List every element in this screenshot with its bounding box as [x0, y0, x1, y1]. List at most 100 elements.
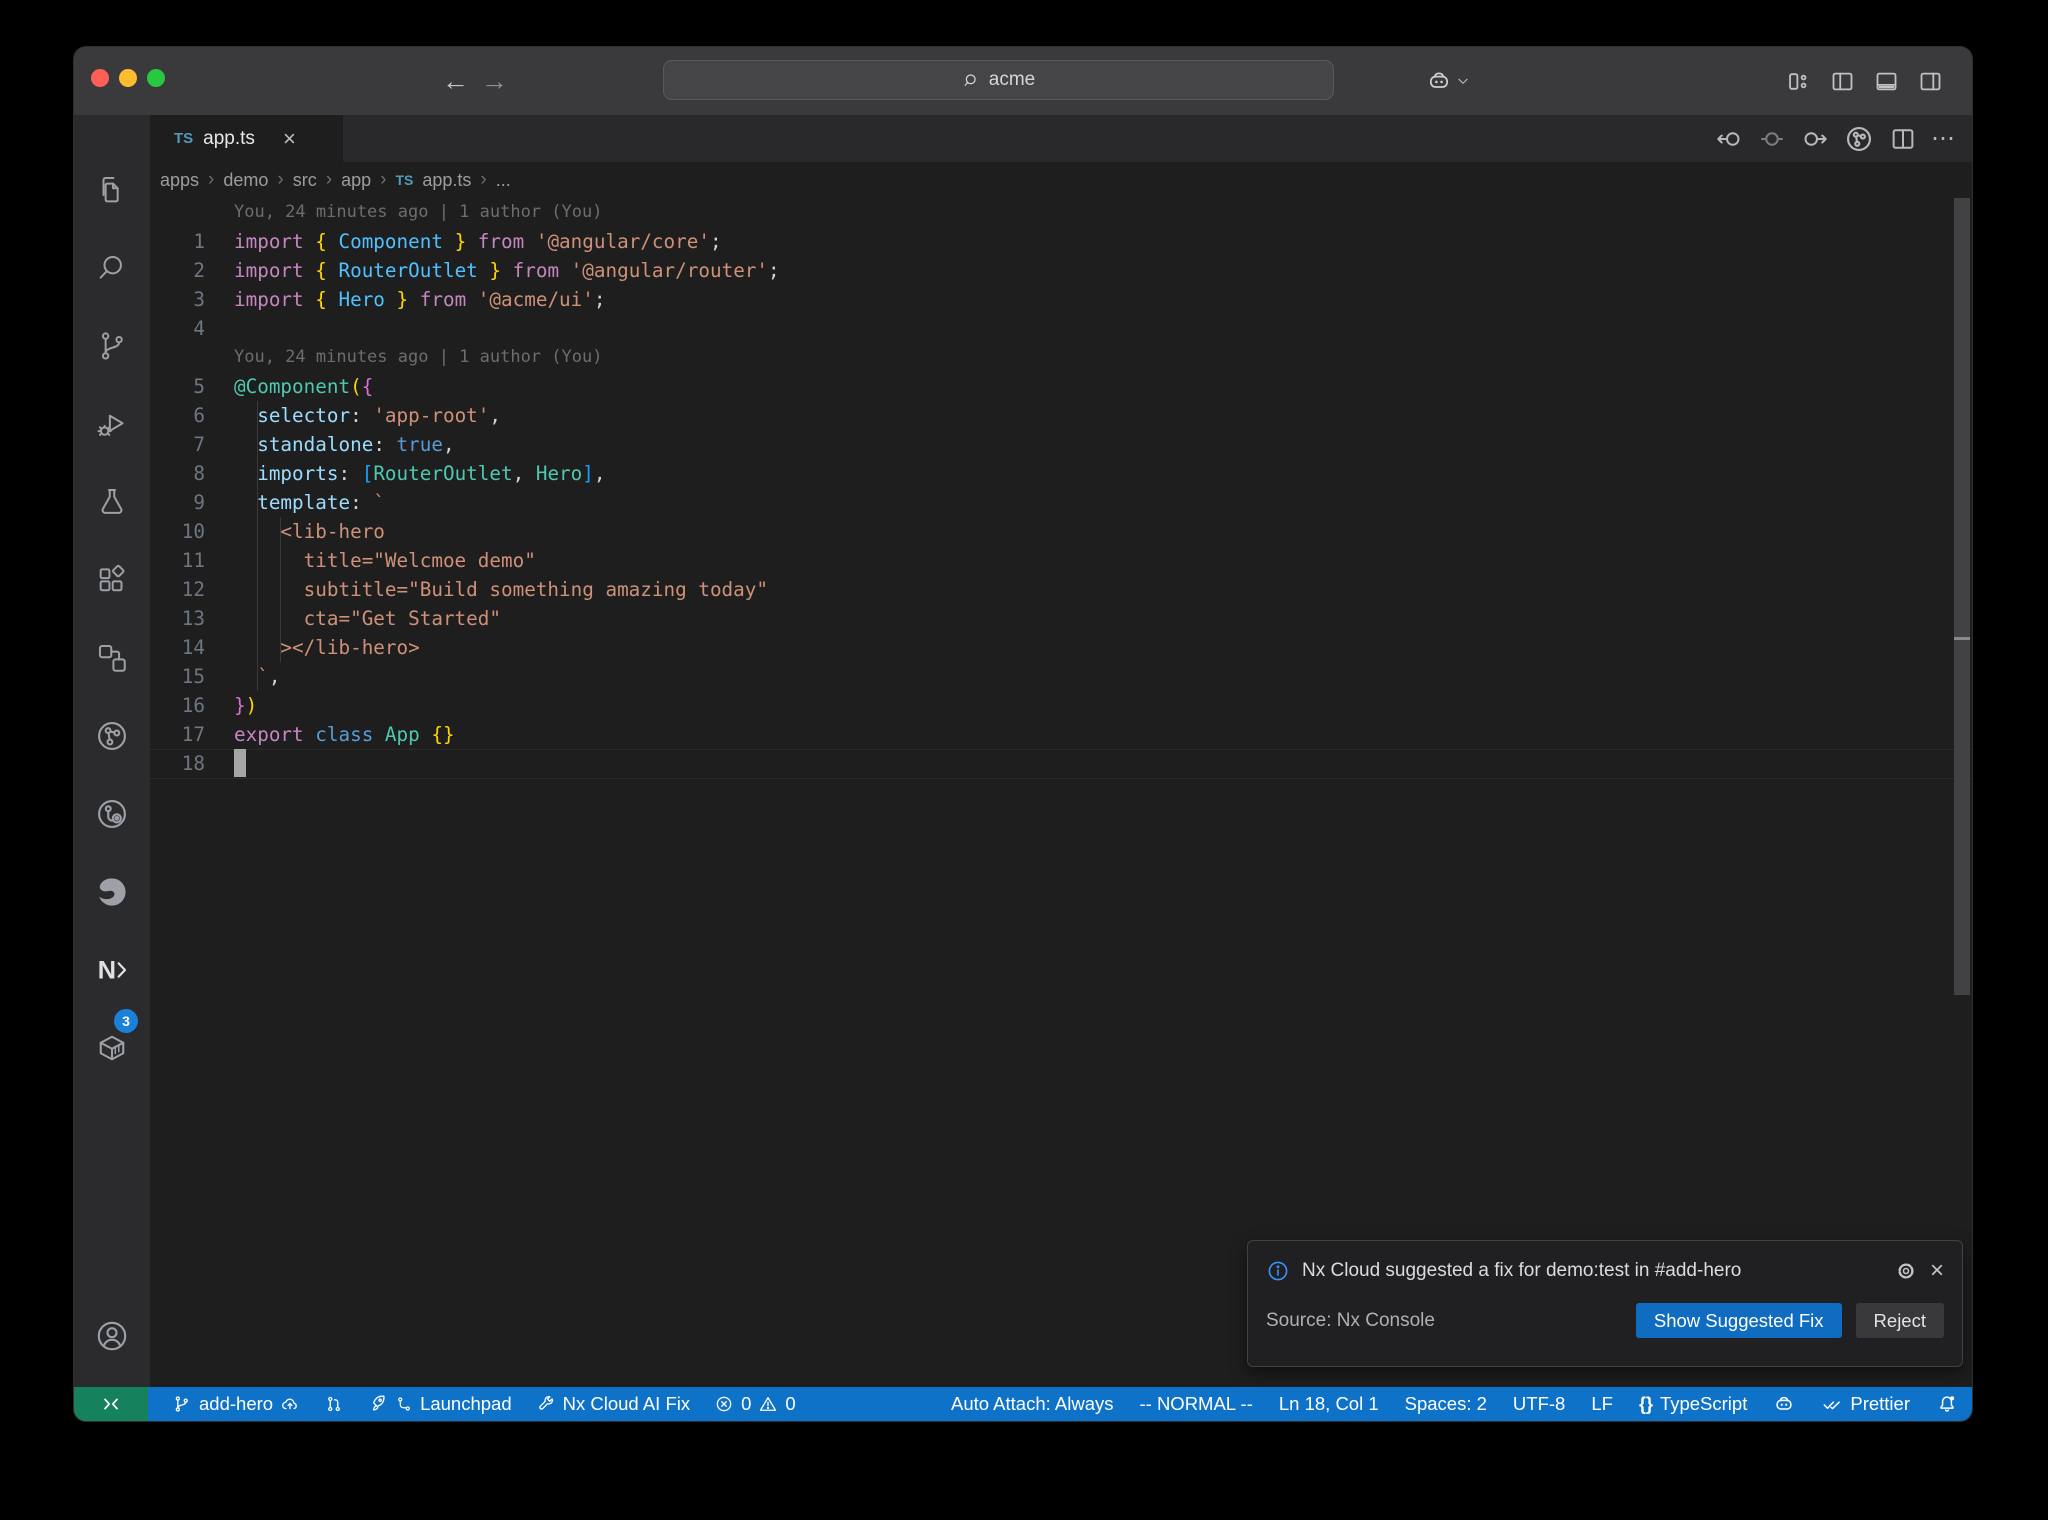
code-line[interactable]: 18: [150, 749, 1972, 778]
line-number[interactable]: 13: [150, 604, 205, 633]
code-line[interactable]: 10 <lib-hero: [150, 517, 1972, 546]
status-branch[interactable]: add-hero: [172, 1393, 300, 1415]
code-line[interactable]: 13 cta="Get Started": [150, 604, 1972, 633]
source-control-icon[interactable]: [74, 318, 150, 374]
copilot-menu-button[interactable]: [1426, 47, 1470, 115]
status-encoding[interactable]: UTF-8: [1513, 1393, 1565, 1415]
command-center-search[interactable]: acme: [663, 60, 1334, 100]
line-number[interactable]: 1: [150, 227, 205, 256]
line-number[interactable]: 2: [150, 256, 205, 285]
navigate-forward-icon[interactable]: →: [481, 66, 508, 97]
nav-back-circle-icon[interactable]: [1714, 124, 1744, 154]
nx-graph-action-icon[interactable]: [1843, 123, 1875, 155]
code-editor[interactable]: You, 24 minutes ago | 1 author (You) 1 imp…: [150, 198, 1972, 1387]
code-line[interactable]: 15 `,: [150, 662, 1972, 691]
nav-current-circle-icon[interactable]: [1757, 124, 1787, 154]
navigate-back-icon[interactable]: ←: [442, 66, 469, 97]
status-language[interactable]: {} TypeScript: [1639, 1393, 1747, 1415]
testing-icon[interactable]: [74, 474, 150, 530]
line-number[interactable]: 14: [150, 633, 205, 662]
code-line[interactable]: 12 subtitle="Build something amazing tod…: [150, 575, 1972, 604]
status-eol[interactable]: LF: [1591, 1393, 1613, 1415]
code-line[interactable]: 2 import { RouterOutlet } from '@angular/…: [150, 256, 1972, 285]
toggle-primary-sidebar-icon[interactable]: [1829, 68, 1856, 95]
status-problems[interactable]: 0 0: [714, 1393, 796, 1415]
status-formatter[interactable]: Prettier: [1821, 1393, 1910, 1415]
code-line[interactable]: 17 export class App {}: [150, 720, 1972, 749]
code-line[interactable]: 4: [150, 314, 1972, 343]
remote-indicator[interactable]: [74, 1387, 148, 1421]
notification-close-icon[interactable]: ×: [1930, 1257, 1944, 1285]
account-icon[interactable]: [74, 1308, 150, 1364]
line-number[interactable]: 4: [150, 314, 205, 343]
close-window-button[interactable]: [91, 69, 109, 87]
code-line[interactable]: 7 standalone: true,: [150, 430, 1972, 459]
code-line[interactable]: 8 imports: [RouterOutlet, Hero],: [150, 459, 1972, 488]
minimize-window-button[interactable]: [119, 69, 137, 87]
toggle-panel-icon[interactable]: [1873, 68, 1900, 95]
line-number[interactable]: 12: [150, 575, 205, 604]
nx-graph-icon[interactable]: [74, 708, 150, 764]
code-line[interactable]: 1 import { Component } from '@angular/cor…: [150, 227, 1972, 256]
explorer-icon[interactable]: [74, 162, 150, 218]
line-number[interactable]: 18: [150, 749, 205, 778]
toggle-secondary-sidebar-icon[interactable]: [1917, 68, 1944, 95]
extensions-icon[interactable]: [74, 552, 150, 608]
status-vim-mode[interactable]: -- NORMAL --: [1139, 1393, 1252, 1415]
container-icon[interactable]: [74, 1020, 150, 1076]
line-number[interactable]: 8: [150, 459, 205, 488]
hierarchy-icon[interactable]: [74, 630, 150, 686]
code-line[interactable]: 9 template: `: [150, 488, 1972, 517]
edge-browser-icon[interactable]: [74, 864, 150, 920]
line-number[interactable]: 10: [150, 517, 205, 546]
line-number[interactable]: 5: [150, 372, 205, 401]
run-debug-icon[interactable]: [74, 396, 150, 452]
breadcrumb-item[interactable]: apps: [160, 170, 199, 191]
breadcrumb-overflow[interactable]: ...: [496, 170, 511, 191]
status-cursor-position[interactable]: Ln 18, Col 1: [1279, 1393, 1379, 1415]
blame-annotation-row: You, 24 minutes ago | 1 author (You): [150, 198, 1972, 227]
maximize-window-button[interactable]: [147, 69, 165, 87]
search-sidebar-icon[interactable]: [74, 240, 150, 296]
tab-app-ts[interactable]: TS app.ts ×: [150, 115, 343, 162]
nx-console-icon[interactable]: N: [74, 942, 150, 998]
status-compare[interactable]: [324, 1394, 344, 1414]
nav-forward-circle-icon[interactable]: [1800, 124, 1830, 154]
line-number[interactable]: 9: [150, 488, 205, 517]
line-number[interactable]: 3: [150, 285, 205, 314]
more-actions-icon[interactable]: ⋯: [1931, 124, 1956, 153]
status-notifications[interactable]: [1936, 1393, 1958, 1415]
customize-layout-icon[interactable]: [1785, 68, 1812, 95]
line-number[interactable]: 6: [150, 401, 205, 430]
show-suggested-fix-button[interactable]: Show Suggested Fix: [1635, 1303, 1842, 1338]
warning-count: 0: [785, 1393, 796, 1414]
reject-button[interactable]: Reject: [1855, 1303, 1944, 1338]
status-auto-attach[interactable]: Auto Attach: Always: [951, 1393, 1113, 1415]
code-line[interactable]: 5 @Component({: [150, 372, 1972, 401]
line-number[interactable]: 15: [150, 662, 205, 691]
line-number[interactable]: 17: [150, 720, 205, 749]
code-line[interactable]: 16}): [150, 691, 1972, 720]
status-nx-cloud-fix[interactable]: Nx Cloud AI Fix: [536, 1393, 690, 1415]
split-editor-icon[interactable]: [1888, 124, 1918, 154]
status-indentation[interactable]: Spaces: 2: [1405, 1393, 1487, 1415]
tab-close-icon[interactable]: ×: [283, 126, 296, 152]
line-number[interactable]: 7: [150, 430, 205, 459]
breadcrumb-file[interactable]: app.ts: [422, 170, 471, 191]
nx-badge: 3: [114, 1009, 138, 1033]
scrollbar-thumb[interactable]: [1954, 198, 1970, 995]
line-number[interactable]: 11: [150, 546, 205, 575]
notification-settings-gear-icon[interactable]: [1894, 1259, 1918, 1283]
status-launchpad[interactable]: Launchpad: [368, 1393, 512, 1415]
breadcrumb-item[interactable]: demo: [223, 170, 268, 191]
status-copilot[interactable]: [1773, 1393, 1795, 1415]
code-line[interactable]: 3 import { Hero } from '@acme/ui';: [150, 285, 1972, 314]
code-line[interactable]: 11 title="Welcmoe demo": [150, 546, 1972, 575]
line-number[interactable]: 16: [150, 691, 205, 720]
editor-scrollbar[interactable]: [1952, 198, 1972, 1387]
breadcrumb-item[interactable]: app: [341, 170, 371, 191]
code-line[interactable]: 6 selector: 'app-root',: [150, 401, 1972, 430]
nx-graph-search-icon[interactable]: [74, 786, 150, 842]
code-line[interactable]: 14 ></lib-hero>: [150, 633, 1972, 662]
breadcrumb-item[interactable]: src: [293, 170, 317, 191]
